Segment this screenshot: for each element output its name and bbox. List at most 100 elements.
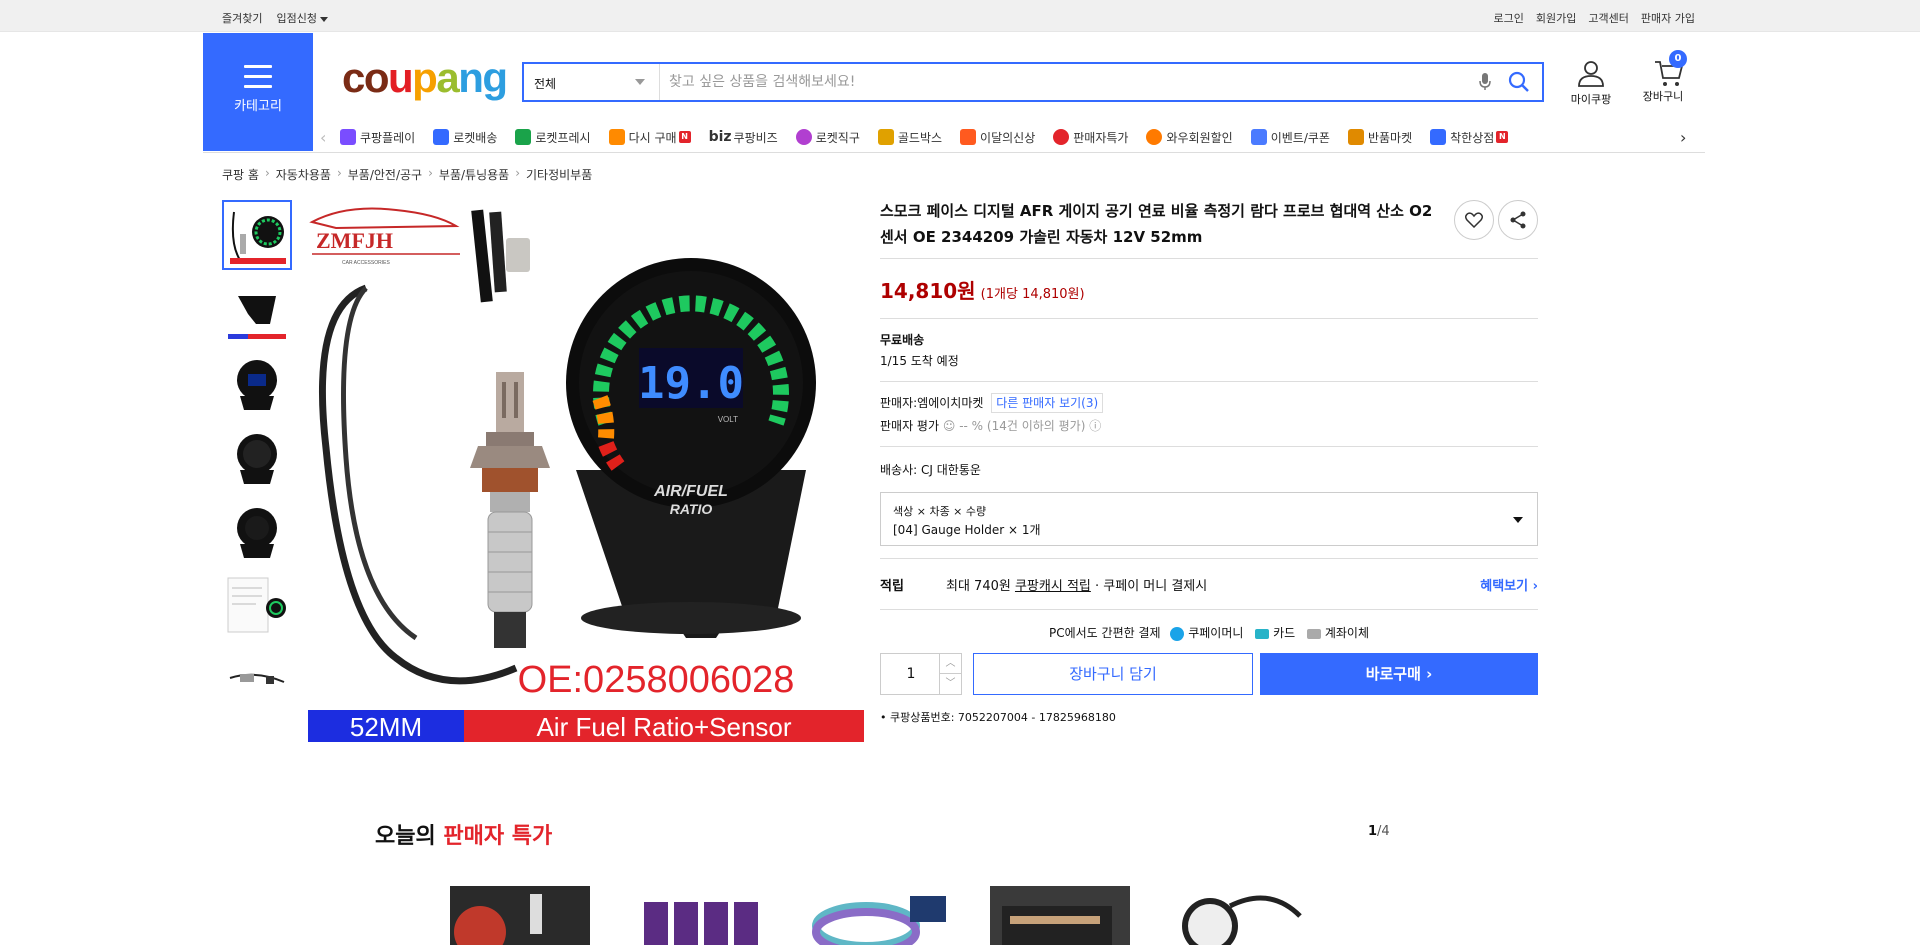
category-label: 카테고리 (234, 99, 282, 114)
add-to-cart-button[interactable]: 장바구니 담기 (973, 653, 1253, 695)
new-badge: N (678, 131, 691, 143)
thumbnail-4[interactable] (222, 422, 292, 492)
breadcrumb-item[interactable]: 부품/안전/공구 (348, 166, 422, 183)
arrival-date: 1/15 도착 예정 (880, 354, 959, 368)
seller-name[interactable]: 엠에이치마켓 (917, 396, 983, 410)
nav-prev-arrow-icon[interactable]: ‹ (320, 128, 340, 147)
dropdown-arrow-icon (1513, 517, 1523, 523)
signup-link[interactable]: 회원가입 (1536, 10, 1576, 26)
gauge-value: 19.0 (638, 358, 744, 409)
size-text: 52MM (350, 712, 422, 742)
quantity-increase-icon[interactable]: ︿ (939, 654, 961, 674)
breadcrumb-item[interactable]: 부품/튜닝용품 (439, 166, 509, 183)
thumbnail-1[interactable] (222, 200, 292, 270)
breadcrumb-separator-icon: › (428, 166, 433, 180)
nav-item-good-shop[interactable]: 착한상점 N (1430, 129, 1509, 146)
login-link[interactable]: 로그인 (1494, 10, 1524, 26)
search-input[interactable] (669, 70, 1469, 94)
nav-item-wow[interactable]: 와우회원할인 (1146, 129, 1233, 146)
shipping-info: 무료배송 1/15 도착 예정 (880, 331, 1538, 369)
global-icon (795, 129, 812, 145)
thumbs-up-icon: ☺ (942, 419, 956, 433)
deal-item-2[interactable] (630, 886, 770, 945)
nav-item-coupon[interactable]: 이벤트/쿠폰 (1250, 129, 1330, 146)
nav-item-rocket-fresh[interactable]: 로켓프레시 (515, 129, 591, 146)
nav-item-seller-deal[interactable]: 판매자특가 (1053, 129, 1128, 146)
quantity-input[interactable]: 1 (881, 666, 941, 682)
nav-item-return-market[interactable]: 반품마켓 (1347, 129, 1412, 146)
brand-sub-text: CAR ACCESSORIES (342, 260, 390, 266)
purchase-controls: 1 ︿ ﹀ 장바구니 담기 바로구매 › (880, 653, 1538, 695)
seller-label: 판매자: (880, 396, 918, 410)
share-button[interactable] (1498, 200, 1538, 240)
buy-now-button[interactable]: 바로구매 › (1260, 653, 1538, 695)
nav-item-goldbox[interactable]: 골드박스 (877, 129, 942, 146)
nav-item-new[interactable]: 이달의신상 (960, 129, 1035, 146)
product-number-row: • 쿠팡상품번호: 7052207004 - 17825968180 (880, 709, 1538, 725)
reward-label: 적립 (880, 579, 904, 594)
seller-rating-label: 판매자 평가 (880, 419, 940, 433)
category-button[interactable]: 카테고리 (203, 33, 313, 151)
deal-item-5[interactable] (1170, 886, 1310, 945)
nav-item-coupang-play[interactable]: 쿠팡플레이 (340, 129, 415, 146)
thumbnail-6[interactable] (222, 570, 292, 640)
divider (880, 318, 1538, 319)
thumbnail-3[interactable] (222, 348, 292, 418)
customer-center-link[interactable]: 고객센터 (1588, 10, 1628, 26)
nav-label: 이달의신상 (980, 130, 1036, 145)
deal-item-3[interactable] (810, 886, 950, 945)
nav-item-rebuy[interactable]: 다시 구매 N (608, 129, 691, 146)
favorites-link[interactable]: 즐겨찾기 (222, 10, 262, 26)
cart-button[interactable]: 0 장바구니 (1635, 50, 1691, 104)
reward-cash-link[interactable]: 쿠팡캐시 적립 (1015, 579, 1091, 594)
wishlist-button[interactable] (1454, 200, 1494, 240)
nav-label: 착한상점 (1450, 130, 1495, 145)
nav-next-arrow-icon[interactable]: › (1680, 128, 1700, 147)
seller-signup-link[interactable]: 판매자 가입 (1641, 10, 1695, 26)
thumbnail-2[interactable] (222, 274, 292, 344)
search-icon[interactable] (1508, 71, 1530, 97)
brand-text: ZMFJH (316, 228, 393, 253)
deals-title-highlight: 판매자 특가 (443, 824, 553, 849)
pay-bank-transfer: 계좌이체 (1324, 626, 1369, 640)
other-sellers-button[interactable]: 다른 판매자 보기(3) (991, 393, 1104, 413)
unit-price: (1개당 14,810원) (980, 287, 1085, 302)
price-row: 14,810원 (1개당 14,810원) (880, 275, 1538, 304)
goldbox-icon (877, 129, 894, 145)
deal-item-4[interactable] (990, 886, 1130, 945)
nav-item-global[interactable]: 로켓직구 (795, 129, 860, 146)
nav-item-biz[interactable]: biz 쿠팡비즈 (709, 129, 778, 146)
thumbnail-5[interactable] (222, 496, 292, 566)
rebuy-icon (608, 129, 625, 145)
breadcrumb-separator-icon: › (336, 166, 342, 180)
header-divider (203, 152, 1705, 153)
quantity-decrease-icon[interactable]: ﹀ (939, 674, 961, 694)
search-category-value: 전체 (534, 77, 557, 91)
seller-info: 판매자:엠에이치마켓 다른 판매자 보기(3) 판매자 평가 ☺ -- % (1… (880, 393, 1538, 434)
breadcrumb-item[interactable]: 자동차용품 (276, 166, 331, 183)
search-category-select[interactable]: 전체 (524, 64, 660, 100)
cart-label: 장바구니 (1642, 90, 1684, 103)
nav-item-rocket[interactable]: 로켓배송 (433, 129, 497, 146)
gauge-label-2: RATIO (670, 501, 713, 517)
seller-apply-link[interactable]: 입점신청 (276, 10, 328, 26)
nav-label: 다시 구매 (628, 130, 677, 145)
microphone-icon[interactable] (1478, 72, 1492, 96)
nav-label: 이벤트/쿠폰 (1270, 130, 1330, 145)
benefit-link[interactable]: 혜택보기 › (1480, 575, 1538, 594)
share-icon (1510, 211, 1526, 229)
thumbnail-7[interactable] (222, 644, 292, 714)
card-icon (1255, 628, 1270, 639)
option-select[interactable]: 색상 × 차종 × 수량 [04] Gauge Holder × 1개 (880, 492, 1538, 546)
carrier-label: 배송사: (880, 463, 918, 477)
breadcrumb-home[interactable]: 쿠팡 홈 (222, 166, 259, 183)
divider (880, 446, 1538, 447)
bullet-icon: • (880, 711, 887, 724)
new-icon (960, 129, 977, 145)
deal-item-1[interactable] (450, 886, 590, 945)
main-product-image[interactable]: ZMFJH CAR ACCESSORIES 19.0 VOLT AIR/FUEL… (306, 198, 866, 746)
coupang-logo[interactable]: coupang (342, 54, 508, 102)
info-icon[interactable]: ⓘ (1089, 419, 1101, 433)
breadcrumb-item[interactable]: 기타정비부품 (526, 166, 592, 183)
my-coupang-button[interactable]: 마이쿠팡 (1566, 58, 1616, 107)
